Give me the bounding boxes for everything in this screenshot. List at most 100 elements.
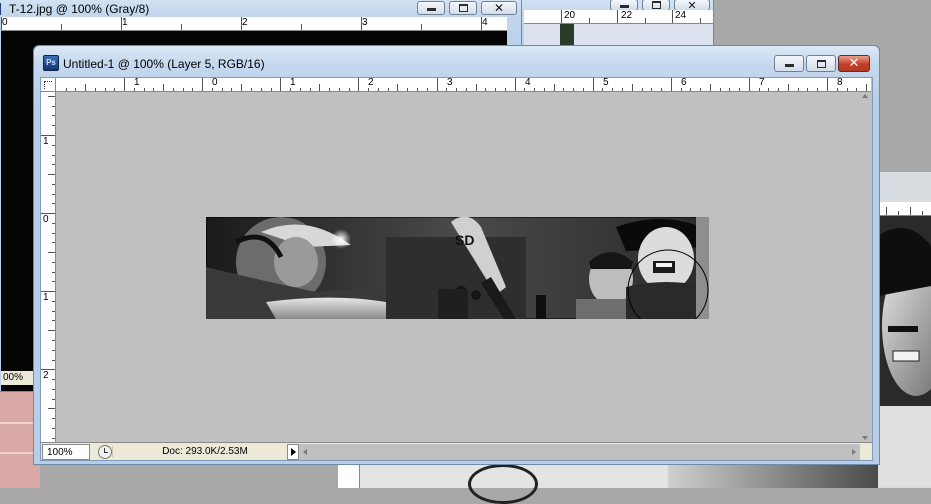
ruler-tick <box>48 95 55 97</box>
ruler-tick <box>592 78 594 91</box>
ruler-tick <box>231 88 233 91</box>
ruler-tick <box>52 418 55 420</box>
minimize-icon <box>619 4 629 8</box>
ruler-tick <box>446 88 448 91</box>
ruler-number: 7 <box>759 78 765 88</box>
ruler-tick <box>41 291 55 293</box>
scroll-down-arrow-icon[interactable] <box>862 436 868 440</box>
ruler-number: 2 <box>368 78 374 88</box>
minimize-button[interactable] <box>417 1 445 15</box>
ruler-tick <box>495 88 497 91</box>
ruler-number: 1 <box>134 78 140 88</box>
maximize-icon <box>458 4 468 12</box>
ruler-tick <box>651 88 653 91</box>
maximize-button[interactable] <box>806 55 836 72</box>
ruler-tick <box>41 135 55 136</box>
ruler-tick <box>290 88 292 91</box>
ruler-tick <box>797 88 799 91</box>
ruler-tick <box>192 88 194 91</box>
ruler-tick <box>65 88 67 91</box>
ruler-tick <box>52 115 55 117</box>
ruler-number: 0 <box>43 214 49 225</box>
ruler-number: 3 <box>447 78 453 88</box>
ruler-tick <box>153 88 155 91</box>
close-button[interactable]: ✕ <box>481 1 517 15</box>
close-button[interactable]: ✕ <box>838 55 870 72</box>
background-photo-window-right[interactable] <box>878 172 931 488</box>
ruler-tick <box>475 84 477 91</box>
document-window-untitled-1[interactable]: Ps Untitled-1 @ 100% (Layer 5, RGB/16) ✕… <box>33 45 880 465</box>
ruler-tick <box>787 84 789 91</box>
ruler-tick <box>52 232 55 234</box>
canvas-area[interactable]: SD <box>56 92 859 442</box>
background-ruler <box>878 202 931 216</box>
ruler-number: 4 <box>482 17 488 28</box>
ruler-number: 5 <box>603 78 609 88</box>
ruler-number: 1 <box>43 136 49 147</box>
ruler-tick <box>641 88 643 91</box>
ruler-tick <box>124 78 126 91</box>
ruler-tick <box>387 88 389 91</box>
ruler-tick <box>52 125 55 127</box>
ruler-horizontal: 0 1 2 3 4 <box>1 17 507 31</box>
headstock-logo: SD <box>455 232 474 248</box>
ruler-tick <box>426 88 428 91</box>
ruler-tick <box>309 88 311 91</box>
ruler-origin-corner[interactable] <box>41 78 56 92</box>
ruler-tick <box>52 427 55 429</box>
ruler-tick <box>407 88 409 91</box>
ruler-tick <box>52 105 55 107</box>
layer-5-banner-image[interactable]: SD <box>206 217 709 319</box>
ruler-tick <box>52 164 55 166</box>
vertical-scrollbar[interactable] <box>859 92 871 442</box>
ruler-tick <box>700 88 702 91</box>
scroll-left-arrow-icon[interactable] <box>303 448 307 455</box>
background-window-top-right[interactable]: ✕ 20 22 24 <box>521 0 714 48</box>
zoom-field[interactable]: 00% <box>1 371 35 385</box>
ruler-tick <box>485 88 487 91</box>
ruler-tick <box>299 88 301 91</box>
window-title: Untitled-1 @ 100% (Layer 5, RGB/16) <box>63 57 265 71</box>
document-frame: 1 0 1 2 3 4 5 6 7 8 1 0 1 2 SD 100% Doc:… <box>40 77 873 461</box>
ruler-tick <box>52 359 55 361</box>
maximize-icon <box>816 59 826 68</box>
ruler-number: 1 <box>122 17 128 28</box>
ruler-horizontal[interactable]: 1 0 1 2 3 4 5 6 7 8 <box>56 78 871 92</box>
ruler-tick <box>680 88 682 91</box>
ruler-tick <box>211 88 213 91</box>
ruler-tick <box>602 88 604 91</box>
scroll-right-arrow-icon[interactable] <box>852 448 856 455</box>
ruler-tick <box>202 78 204 91</box>
ruler-tick <box>807 88 809 91</box>
maximize-button[interactable] <box>449 1 477 15</box>
status-menu-arrow-icon[interactable] <box>287 443 299 460</box>
minimize-button[interactable] <box>774 55 804 72</box>
ruler-number: 20 <box>564 10 576 21</box>
ruler-tick <box>856 88 858 91</box>
ruler-tick <box>768 88 770 91</box>
zoom-field[interactable]: 100% <box>42 443 90 460</box>
background-photo-bottom-middle <box>338 462 878 504</box>
ruler-tick <box>48 252 55 254</box>
ruler-tick <box>270 88 272 91</box>
ruler-tick <box>94 88 96 91</box>
ruler-number: 6 <box>681 78 687 88</box>
ruler-tick <box>143 88 145 91</box>
minimize-icon <box>426 8 436 11</box>
background-portrait-photo <box>878 216 931 486</box>
scroll-up-arrow-icon[interactable] <box>862 94 868 98</box>
ruler-tick <box>524 88 526 91</box>
horizontal-scrollbar[interactable] <box>299 443 860 460</box>
ruler-tick <box>251 88 252 91</box>
ruler-tick <box>456 88 458 91</box>
ruler-tick <box>241 84 243 91</box>
ruler-vertical[interactable]: 1 0 1 2 <box>41 92 56 442</box>
ruler-tick <box>52 222 55 224</box>
ruler-tick <box>52 242 55 244</box>
ruler-tick <box>368 88 370 91</box>
ruler-tick <box>52 281 55 283</box>
status-clock-icon[interactable] <box>98 444 112 459</box>
ruler-number: 24 <box>675 10 687 21</box>
ruler-tick <box>436 78 438 91</box>
ruler-tick <box>182 88 184 91</box>
